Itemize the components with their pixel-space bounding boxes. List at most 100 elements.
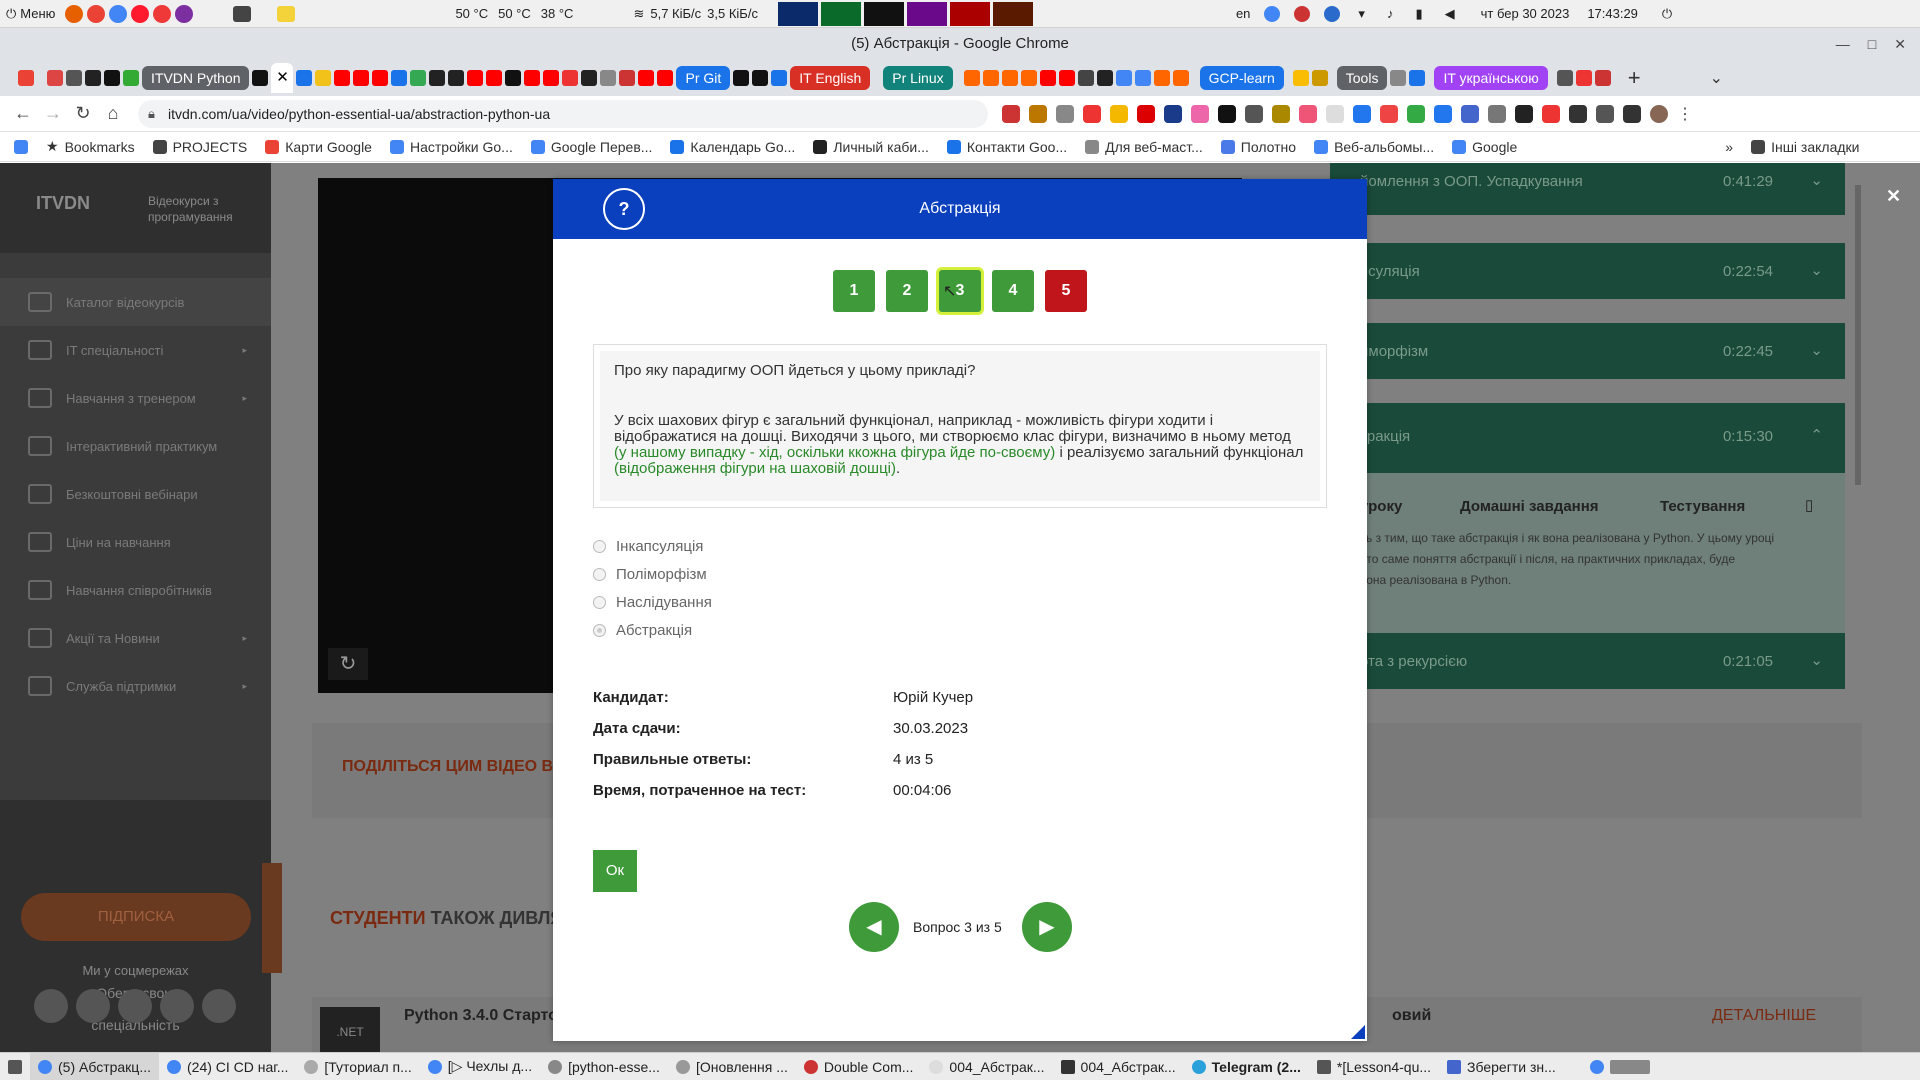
bookmark-item[interactable]: Google Перев... xyxy=(530,139,652,155)
address-bar[interactable]: 🔒︎ itvdn.com/ua/video/python-essential-ua… xyxy=(138,99,988,128)
workspace-switcher[interactable] xyxy=(1582,1053,1658,1080)
github-tab-icon[interactable] xyxy=(429,70,446,86)
extension-icon[interactable] xyxy=(1110,104,1128,123)
taskbar-item[interactable]: [Оновлення ... xyxy=(668,1053,796,1080)
bookmark-item[interactable]: Полотно xyxy=(1220,139,1296,155)
volume-icon[interactable]: ◀ xyxy=(1445,6,1455,22)
app-tray-icon[interactable] xyxy=(1294,5,1311,22)
sidebar-item-it-specialties[interactable]: IT спеціальності ▸ xyxy=(0,326,271,374)
tab-icon[interactable] xyxy=(1001,70,1018,86)
notification-icon[interactable]: ♪ xyxy=(1387,6,1394,21)
github-tab-icon[interactable] xyxy=(448,70,465,86)
tab-icon[interactable] xyxy=(982,70,999,86)
date-display[interactable]: чт бер 30 2023 xyxy=(1481,6,1570,21)
facebook-icon[interactable] xyxy=(34,989,68,1023)
prev-question-button[interactable]: ◀ xyxy=(849,902,899,952)
bookmark-item[interactable]: Настройки Go... xyxy=(389,139,513,155)
answer-option[interactable]: Поліморфізм xyxy=(593,566,707,583)
notes-icon[interactable] xyxy=(277,5,296,22)
extension-icon[interactable] xyxy=(1272,104,1290,123)
taskbar-item[interactable]: 004_Абстрак... xyxy=(921,1053,1052,1080)
tab-icon[interactable] xyxy=(562,70,579,86)
linkedin-icon[interactable] xyxy=(160,989,194,1023)
tab-icon[interactable] xyxy=(752,70,769,86)
extension-icon[interactable] xyxy=(1137,104,1155,123)
youtube-tab-icon[interactable] xyxy=(657,70,674,86)
lesson-item[interactable]: псуляція 0:22:54 ⌄ xyxy=(1330,243,1845,299)
bookmark-item[interactable]: Для веб-маст... xyxy=(1085,139,1203,155)
sidebar-item-corporate[interactable]: Навчання співробітників xyxy=(0,566,271,614)
taskbar-item[interactable]: (24) CI CD наг... xyxy=(159,1053,296,1080)
youtube-icon[interactable] xyxy=(76,989,110,1023)
opera-icon[interactable] xyxy=(131,4,150,23)
question-nav-5[interactable]: 5 xyxy=(1045,270,1087,312)
youtube-tab-icon[interactable] xyxy=(334,70,351,86)
sidebar-item-news[interactable]: Акції та Новини ▸ xyxy=(0,614,271,662)
taskbar-item[interactable]: Double Com... xyxy=(796,1053,921,1080)
terminal-icon[interactable] xyxy=(233,5,252,22)
chrome-tray-icon[interactable] xyxy=(1264,5,1281,22)
tab-icon[interactable] xyxy=(1390,70,1407,86)
bookmark-item[interactable]: Карти Google xyxy=(265,139,372,155)
ok-button[interactable]: Ок xyxy=(593,850,637,892)
tab-icon[interactable] xyxy=(1594,70,1611,86)
pocket-icon[interactable] xyxy=(1083,104,1101,123)
telegram-icon[interactable] xyxy=(118,989,152,1023)
extension-icon[interactable] xyxy=(1461,104,1479,123)
youtube-tab-icon[interactable] xyxy=(638,70,655,86)
tab-icon[interactable] xyxy=(47,70,63,86)
extension-icon[interactable] xyxy=(1326,104,1344,123)
youtube-tab-icon[interactable] xyxy=(1039,70,1056,86)
extension-icon[interactable] xyxy=(1245,104,1263,123)
tab-group-itvdn-python[interactable]: ITVDN Python xyxy=(142,66,250,90)
tab-icon[interactable] xyxy=(1556,70,1573,86)
bookmark-item[interactable]: Календарь Go... xyxy=(670,139,795,155)
os-menu-button[interactable]: ⏻ Меню xyxy=(0,0,61,28)
battery-icon[interactable]: ▮ xyxy=(1415,6,1422,22)
taskbar-item[interactable]: *[Lesson4-qu... xyxy=(1309,1053,1439,1080)
reading-list-icon[interactable] xyxy=(1596,104,1614,123)
tab-icon[interactable] xyxy=(85,70,101,86)
taskbar-item[interactable]: [python-esse... xyxy=(540,1053,668,1080)
extension-icon[interactable] xyxy=(1407,104,1425,123)
scrollbar[interactable] xyxy=(1855,185,1861,485)
new-tab-button[interactable]: + xyxy=(1628,65,1641,91)
tab-close-icon[interactable]: ✕ xyxy=(276,69,289,86)
taskbar-item[interactable]: [▷ Чехлы д... xyxy=(420,1053,540,1080)
tab-group-it-english[interactable]: IT English xyxy=(790,66,871,90)
wifi-tray-icon[interactable]: ▾ xyxy=(1358,6,1365,22)
tab-group-it-ukrainian[interactable]: IT українською xyxy=(1434,66,1548,90)
tab-icon[interactable] xyxy=(1292,70,1309,86)
bookmark-item[interactable]: Личный каби... xyxy=(813,139,929,155)
tab-icon[interactable] xyxy=(619,70,636,86)
question-nav-4[interactable]: 4 xyxy=(992,270,1034,312)
reload-icon[interactable]: ↻ xyxy=(68,103,98,124)
radio-button[interactable] xyxy=(593,540,606,553)
youtube-tab-icon[interactable] xyxy=(543,70,560,86)
lesson-item[interactable]: иморфізм 0:22:45 ⌄ xyxy=(1330,323,1845,379)
lesson-tab[interactable]: Домашні завдання xyxy=(1460,498,1599,515)
sidebar-item-support[interactable]: Служба підтримки ▸ xyxy=(0,662,271,710)
lock-icon[interactable]: 🔒︎ xyxy=(148,100,155,128)
youtube-tab-icon[interactable] xyxy=(467,70,484,86)
maximize-icon[interactable]: □ xyxy=(1868,28,1876,60)
course-title[interactable]: овий xyxy=(1392,1007,1431,1025)
tab-icon[interactable] xyxy=(1153,70,1170,86)
lesson-item[interactable]: йомлення з ООП. Успадкування 0:41:29 ⌄ xyxy=(1330,163,1845,215)
tab-icon[interactable] xyxy=(963,70,980,86)
taskbar-item[interactable]: [Туториал п... xyxy=(296,1053,419,1080)
bookmark-item[interactable]: Google xyxy=(1452,139,1517,155)
side-panel-icon[interactable] xyxy=(1623,104,1641,123)
bookmark-icon[interactable]: ▯ xyxy=(1805,496,1813,514)
bookmark-item[interactable]: Контакти Goo... xyxy=(946,139,1067,155)
tiktok-icon[interactable] xyxy=(202,989,236,1023)
taskbar-item[interactable]: (5) Абстракц... xyxy=(30,1053,159,1080)
google-tab-icon[interactable] xyxy=(1115,70,1132,86)
sidebar-item-webinars[interactable]: Безкоштовні вебінари xyxy=(0,470,271,518)
lang-indicator[interactable]: en xyxy=(1236,6,1250,21)
extension-icon[interactable] xyxy=(1029,104,1047,123)
extension-icon[interactable] xyxy=(1542,104,1560,123)
youtube-tab-icon[interactable] xyxy=(486,70,503,86)
tor-icon[interactable] xyxy=(175,4,194,23)
app-tray-icon[interactable] xyxy=(1324,5,1341,22)
